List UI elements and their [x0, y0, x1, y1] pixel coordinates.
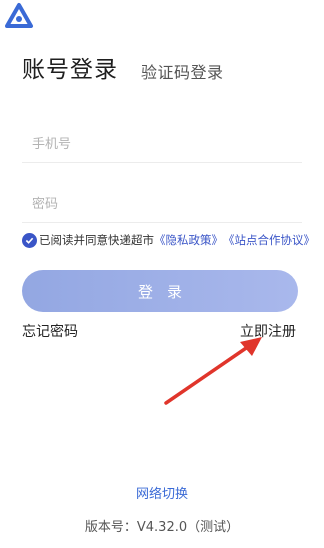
phone-field: [22, 127, 302, 163]
tab-account-login[interactable]: 账号登录: [22, 50, 118, 84]
tab-sms-login[interactable]: 验证码登录: [141, 59, 224, 83]
password-input[interactable]: [22, 187, 302, 222]
privacy-policy-link[interactable]: 《隐私政策》: [154, 232, 223, 248]
red-arrow-icon: [164, 337, 262, 405]
version-label: 版本号：V4.32.0（测试）: [84, 520, 240, 535]
check-circle-icon[interactable]: [22, 232, 37, 248]
agreement-row: 已阅读并同意快递超市 《隐私政策》 《站点合作协议》: [22, 231, 315, 249]
phone-input[interactable]: [22, 127, 302, 162]
forgot-password-link[interactable]: 忘记密码: [22, 321, 78, 341]
network-switch-link[interactable]: 网络切换: [0, 483, 324, 502]
station-agreement-link[interactable]: 《站点合作协议》: [223, 232, 315, 248]
app-logo-icon: [5, 3, 33, 28]
agreement-text: 已阅读并同意快递超市: [39, 233, 154, 247]
password-field: [22, 187, 302, 223]
login-button[interactable]: 登录: [22, 270, 298, 312]
